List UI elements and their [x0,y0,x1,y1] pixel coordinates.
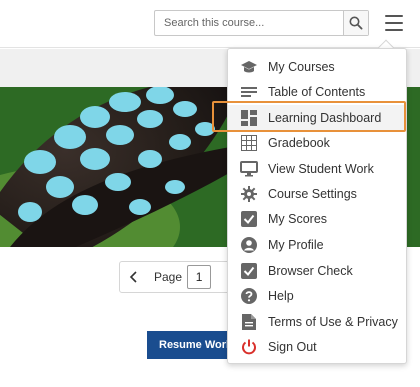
main-menu-dropdown: My Courses Table of Contents Learning Da… [227,48,407,364]
menu-item-view-student-work[interactable]: View Student Work [228,156,406,181]
checkbox-icon [240,210,258,228]
menu-item-label: Sign Out [268,339,317,354]
course-header [0,0,420,48]
menu-item-my-scores[interactable]: My Scores [228,206,406,231]
menu-item-label: View Student Work [268,161,374,176]
previous-page-button[interactable] [120,262,148,292]
power-icon [240,338,258,356]
menu-item-terms-privacy[interactable]: Terms of Use & Privacy [228,309,406,334]
page-number-input[interactable] [187,265,212,289]
search-button[interactable] [343,11,368,35]
menu-item-label: Terms of Use & Privacy [268,314,398,329]
monitor-icon [240,160,258,178]
menu-item-course-settings[interactable]: Course Settings [228,181,406,206]
page-label: Page [154,270,183,284]
search-icon [349,16,363,30]
menu-item-label: My Scores [268,211,328,226]
menu-item-browser-check[interactable]: Browser Check [228,258,406,283]
menu-item-label: Course Settings [268,186,357,201]
menu-item-gradebook[interactable]: Gradebook [228,130,406,155]
search-input[interactable] [155,11,343,35]
search-box [154,10,369,36]
gear-icon [240,185,258,203]
menu-item-sign-out[interactable]: Sign Out [228,334,406,359]
menu-item-label: My Courses [268,59,335,74]
grid-icon [240,134,258,152]
menu-item-label: My Profile [268,237,324,252]
hamburger-icon [385,15,403,17]
menu-item-label: Table of Contents [268,84,366,99]
graduation-cap-icon [240,58,258,76]
hamburger-menu-button[interactable] [383,13,405,33]
menu-item-label: Browser Check [268,263,353,278]
person-icon [240,236,258,254]
list-icon [240,83,258,101]
menu-item-label: Gradebook [268,135,330,150]
highlight-outline [212,101,406,132]
menu-item-label: Help [268,288,294,303]
menu-item-help[interactable]: Help [228,283,406,308]
document-icon [240,313,258,331]
menu-item-my-profile[interactable]: My Profile [228,232,406,257]
menu-item-my-courses[interactable]: My Courses [228,54,406,79]
question-icon [240,287,258,305]
chevron-left-icon [129,271,137,283]
checkbox-icon [240,262,258,280]
page-navigator: Page [119,261,239,293]
